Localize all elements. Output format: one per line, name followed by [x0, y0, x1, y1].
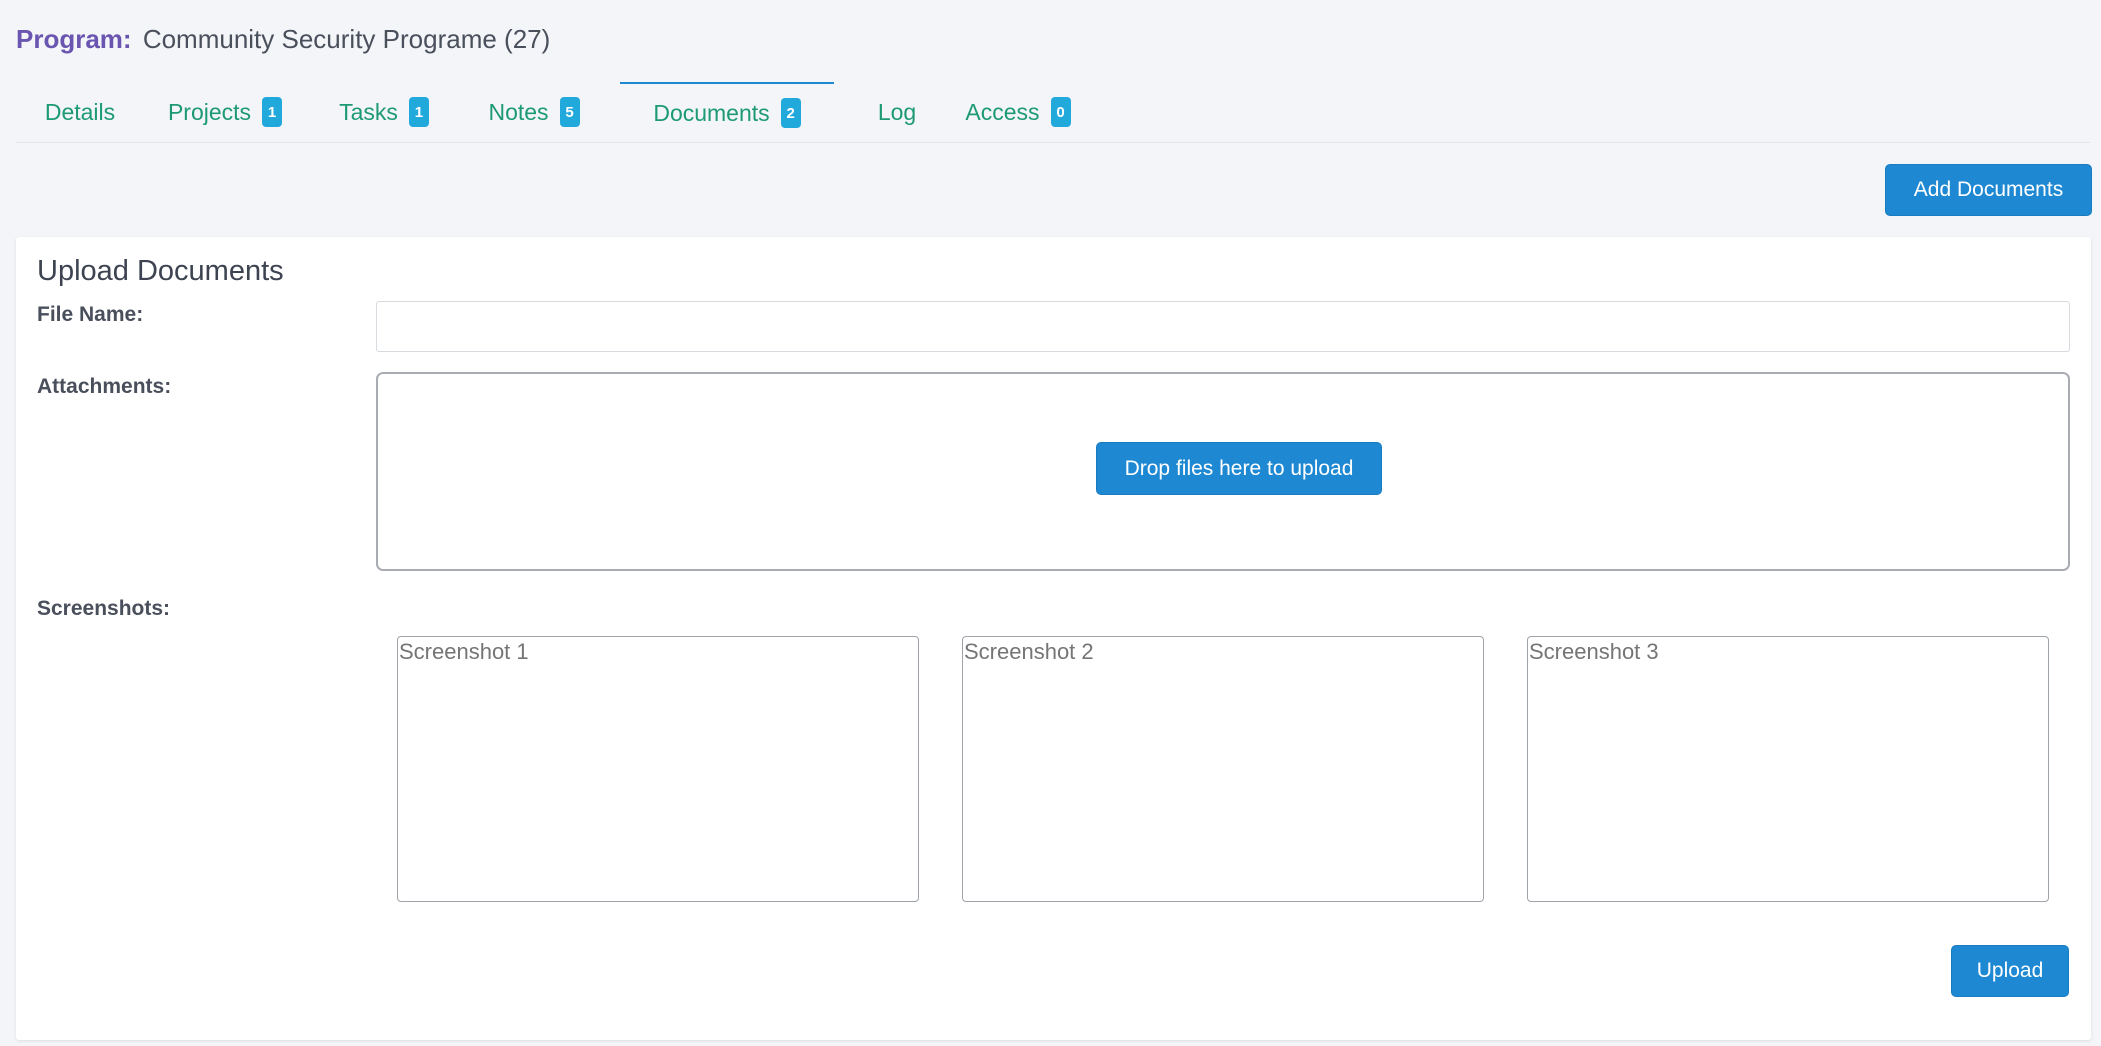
program-label: Program: — [16, 24, 132, 54]
drop-files-button[interactable]: Drop files here to upload — [1096, 442, 1382, 495]
program-name: Community Security Programe (27) — [142, 24, 551, 54]
tab-label: Access — [965, 98, 1040, 125]
program-header: Program: Community Security Programe (27… — [16, 22, 550, 56]
count-badge: 1 — [262, 97, 283, 127]
file-name-label: File Name: — [37, 303, 144, 326]
tab-label: Notes — [488, 98, 549, 125]
tab-details[interactable]: Details — [16, 82, 144, 142]
tab-notes[interactable]: Notes 5 — [466, 82, 602, 142]
count-badge: 5 — [559, 97, 580, 127]
tab-label: Tasks — [339, 98, 398, 125]
attachments-label: Attachments: — [37, 375, 172, 398]
tab-tasks[interactable]: Tasks 1 — [320, 82, 448, 142]
tab-log[interactable]: Log — [852, 82, 942, 142]
count-badge: 1 — [408, 97, 429, 127]
upload-button[interactable]: Upload — [1951, 945, 2069, 997]
tab-label: Projects — [167, 98, 252, 125]
card-title: Upload Documents — [37, 255, 284, 287]
screenshot-1-field[interactable] — [397, 636, 919, 902]
attachments-dropzone[interactable]: Drop files here to upload — [376, 372, 2070, 571]
tab-label: Details — [44, 98, 116, 125]
tab-label: Log — [877, 98, 917, 125]
tab-documents[interactable]: Documents 2 — [620, 82, 834, 142]
tab-label: Documents — [653, 99, 770, 126]
tab-projects[interactable]: Projects 1 — [150, 82, 300, 142]
add-documents-button[interactable]: Add Documents — [1885, 164, 2092, 216]
file-name-input[interactable] — [376, 301, 2070, 352]
screenshot-2-field[interactable] — [962, 636, 1484, 902]
screenshots-label: Screenshots: — [37, 597, 171, 620]
count-badge: 0 — [1050, 97, 1071, 127]
upload-documents-card: Upload Documents File Name: Attachments:… — [16, 237, 2091, 1040]
tab-bar: Details Projects 1 Tasks 1 Notes 5 Docum… — [16, 82, 2090, 143]
count-badge: 2 — [780, 98, 801, 128]
tab-access[interactable]: Access 0 — [948, 82, 1088, 142]
screenshot-3-field[interactable] — [1527, 636, 2049, 902]
